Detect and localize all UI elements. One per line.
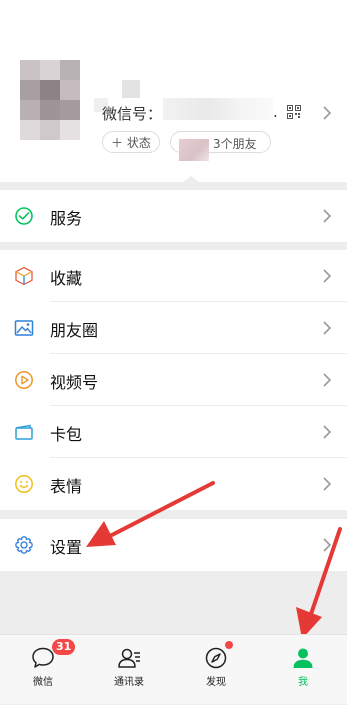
chevron-right-icon [323,373,331,387]
cube-icon [15,266,33,286]
annotation-arrow-settings [86,481,215,547]
menu-item-label: 服务 [50,209,83,228]
menu-item-label: 卡包 [50,425,83,444]
gear-icon [15,536,33,554]
smile-icon [15,475,33,493]
tab-me[interactable]: 我 [260,635,346,705]
chevron-right-icon [323,209,331,223]
tab-discover[interactable]: 发现 [173,635,259,705]
profile-header[interactable]: 微信号： . ＋ 状态 3个朋友 [0,0,347,182]
tab-label: 通讯录 [114,677,144,688]
chevron-right-icon [323,477,331,491]
new-content-dot [225,641,233,649]
menu-item-favorites[interactable]: 收藏 [0,250,347,302]
qr-code-icon[interactable] [287,105,301,119]
tab-label: 我 [298,677,308,688]
wallet-check-icon [15,207,33,225]
features-group: 收藏 朋友圈 视频号 卡包 表情 [0,250,347,510]
menu-item-label: 朋友圈 [50,321,99,340]
annotation-arrow-me-tab [296,527,342,639]
service-group: 服务 [0,190,347,242]
unread-badge: 31 [52,639,76,655]
card-icon [15,424,33,440]
menu-item-channels[interactable]: 视频号 [0,354,347,406]
tab-label: 微信 [33,677,53,688]
menu-item-label: 视频号 [50,373,99,392]
friend-avatar-blurred [179,139,209,161]
tab-chats[interactable]: 31 微信 [0,635,86,705]
wechat-id-trailing: . [273,103,278,121]
bottom-tab-bar: 31 微信 通讯录 发现 我 [0,634,347,704]
status-button[interactable]: ＋ 状态 [102,131,160,153]
chevron-right-icon [323,321,331,335]
menu-item-label: 表情 [50,477,83,496]
contacts-icon [118,648,140,668]
chevron-right-icon [323,106,331,120]
tab-label: 发现 [206,677,226,688]
chevron-right-icon [323,425,331,439]
menu-item-card-wallet[interactable]: 卡包 [0,406,347,458]
wechat-id-value-blurred [163,98,273,120]
friends-status-pill[interactable]: 3个朋友 [170,131,271,161]
play-circle-icon [15,371,33,389]
menu-item-service[interactable]: 服务 [0,190,347,242]
person-icon [293,648,313,668]
compass-icon [205,647,227,669]
header-notch [183,176,199,182]
avatar[interactable] [20,60,82,140]
wechat-id-label: 微信号： [102,105,163,123]
menu-item-label: 设置 [50,538,83,557]
status-button-label: ＋ 状态 [111,135,151,150]
menu-item-label: 收藏 [50,269,83,288]
friends-count-text: 3个朋友 [213,137,257,151]
image-icon [14,320,34,336]
menu-item-moments[interactable]: 朋友圈 [0,302,347,354]
chevron-right-icon [323,269,331,283]
nickname-blur [122,80,140,98]
tab-contacts[interactable]: 通讯录 [86,635,172,705]
